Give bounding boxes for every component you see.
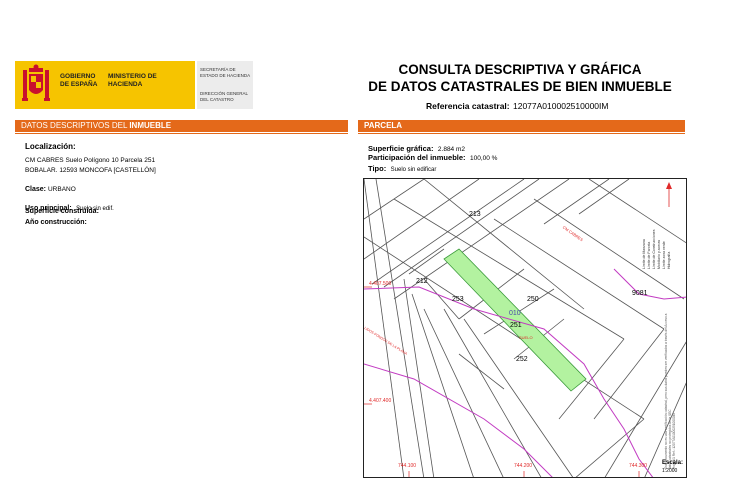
clase-value: URBANO [47, 186, 76, 193]
coord-x-1: 744.100 [398, 463, 417, 469]
parcel-label-253: 253 [452, 296, 464, 303]
ministerio-label: MINISTERIO DE HACIENDA [108, 73, 157, 88]
title-line-2: DE DATOS CATASTRALES DE BIEN INMUEBLE [368, 79, 672, 94]
parcel-label-9081: 9081 [632, 290, 648, 297]
localizacion-label: Localización: [25, 142, 76, 151]
highlighted-parcel[interactable] [443, 248, 587, 392]
document-title: CONSULTA DESCRIPTIVA Y GRÁFICA DE DATOS … [350, 61, 690, 95]
parcel-label-213: 213 [469, 211, 481, 218]
parcel-label-250: 250 [527, 296, 539, 303]
tipo-label: Tipo: [368, 164, 387, 173]
clase-label: Clase: [25, 186, 47, 193]
map-canvas [364, 179, 686, 477]
parcel-label-212: 212 [416, 278, 428, 285]
section-title-bold: INMUEBLE [129, 121, 172, 130]
secretaria-label: SECRETARÍA DE ESTADO DE HACIENDA [200, 67, 251, 78]
escala-label: Escala: [662, 460, 684, 466]
parcel-label-251: 251 [510, 322, 522, 329]
boundary-line-3 [613, 268, 686, 300]
localizacion-line-1: CM CABRES Suelo Polígono 10 Parcela 251 [25, 157, 156, 164]
superficie-construida-label: Superficie construida: [25, 208, 99, 215]
coat-of-arms-icon [22, 64, 50, 101]
parcel-label-010: 010 [509, 310, 521, 317]
suelo-label: SUELO [519, 335, 533, 340]
coord-y-1: 4.407.500 [369, 281, 392, 287]
section-rule-left [15, 133, 348, 134]
legend-item: Hidrografía [667, 251, 671, 269]
section-title-prefix: DATOS DESCRIPTIVOS DEL [21, 121, 130, 130]
direccion-label: DIRECCIÓN GENERAL DEL CATASTRO [200, 91, 248, 102]
side-note-line: Este documento no es una certificación c… [664, 313, 672, 469]
ref-catastral-value: 12077A010002510000IM [513, 101, 609, 111]
section-rule-right [358, 133, 685, 134]
coord-y-2: 4.407.400 [369, 398, 392, 404]
map-side-note: Este documento no es una certificación c… [664, 309, 676, 469]
tipo-value: Suelo sin edificar [390, 167, 437, 173]
coord-x-3: 744.300 [629, 463, 648, 469]
boundary-line-2 [364, 363, 553, 477]
section-bar-datos: DATOS DESCRIPTIVOS DEL INMUEBLE [15, 120, 348, 132]
title-line-1: CONSULTA DESCRIPTIVA Y GRÁFICA [398, 62, 642, 77]
parcel-label-252: 252 [516, 356, 528, 363]
escala-value: 1:2000 [662, 468, 678, 474]
gobierno-label: GOBIERNO DE ESPAÑA [60, 73, 98, 88]
clase-row: Clase: URBANO [25, 186, 76, 193]
side-note-line-2: Hoja 1/1 Ref.: 12077A010002510000IM [672, 412, 676, 469]
localizacion-line-2: BOBALAR. 12593 MONCOFA [CASTELLÓN] [25, 167, 156, 174]
section-title-parcela: PARCELA [364, 121, 403, 130]
map-legend: Límite de Manzana Límite de Parcela Lími… [642, 179, 672, 270]
tipo-row: Tipo: Suelo sin edificar [368, 158, 436, 176]
ref-catastral-label: Referencia catastral: [426, 101, 510, 111]
cadastral-map[interactable]: 213 212 253 250 010 251 252 9081 SUELO C… [363, 178, 687, 478]
coord-x-2: 744.200 [514, 463, 533, 469]
anio-construccion-label: Año construcción: [25, 219, 87, 226]
participacion-value: 100,00 % [469, 155, 498, 162]
section-bar-parcela: PARCELA [358, 120, 685, 132]
